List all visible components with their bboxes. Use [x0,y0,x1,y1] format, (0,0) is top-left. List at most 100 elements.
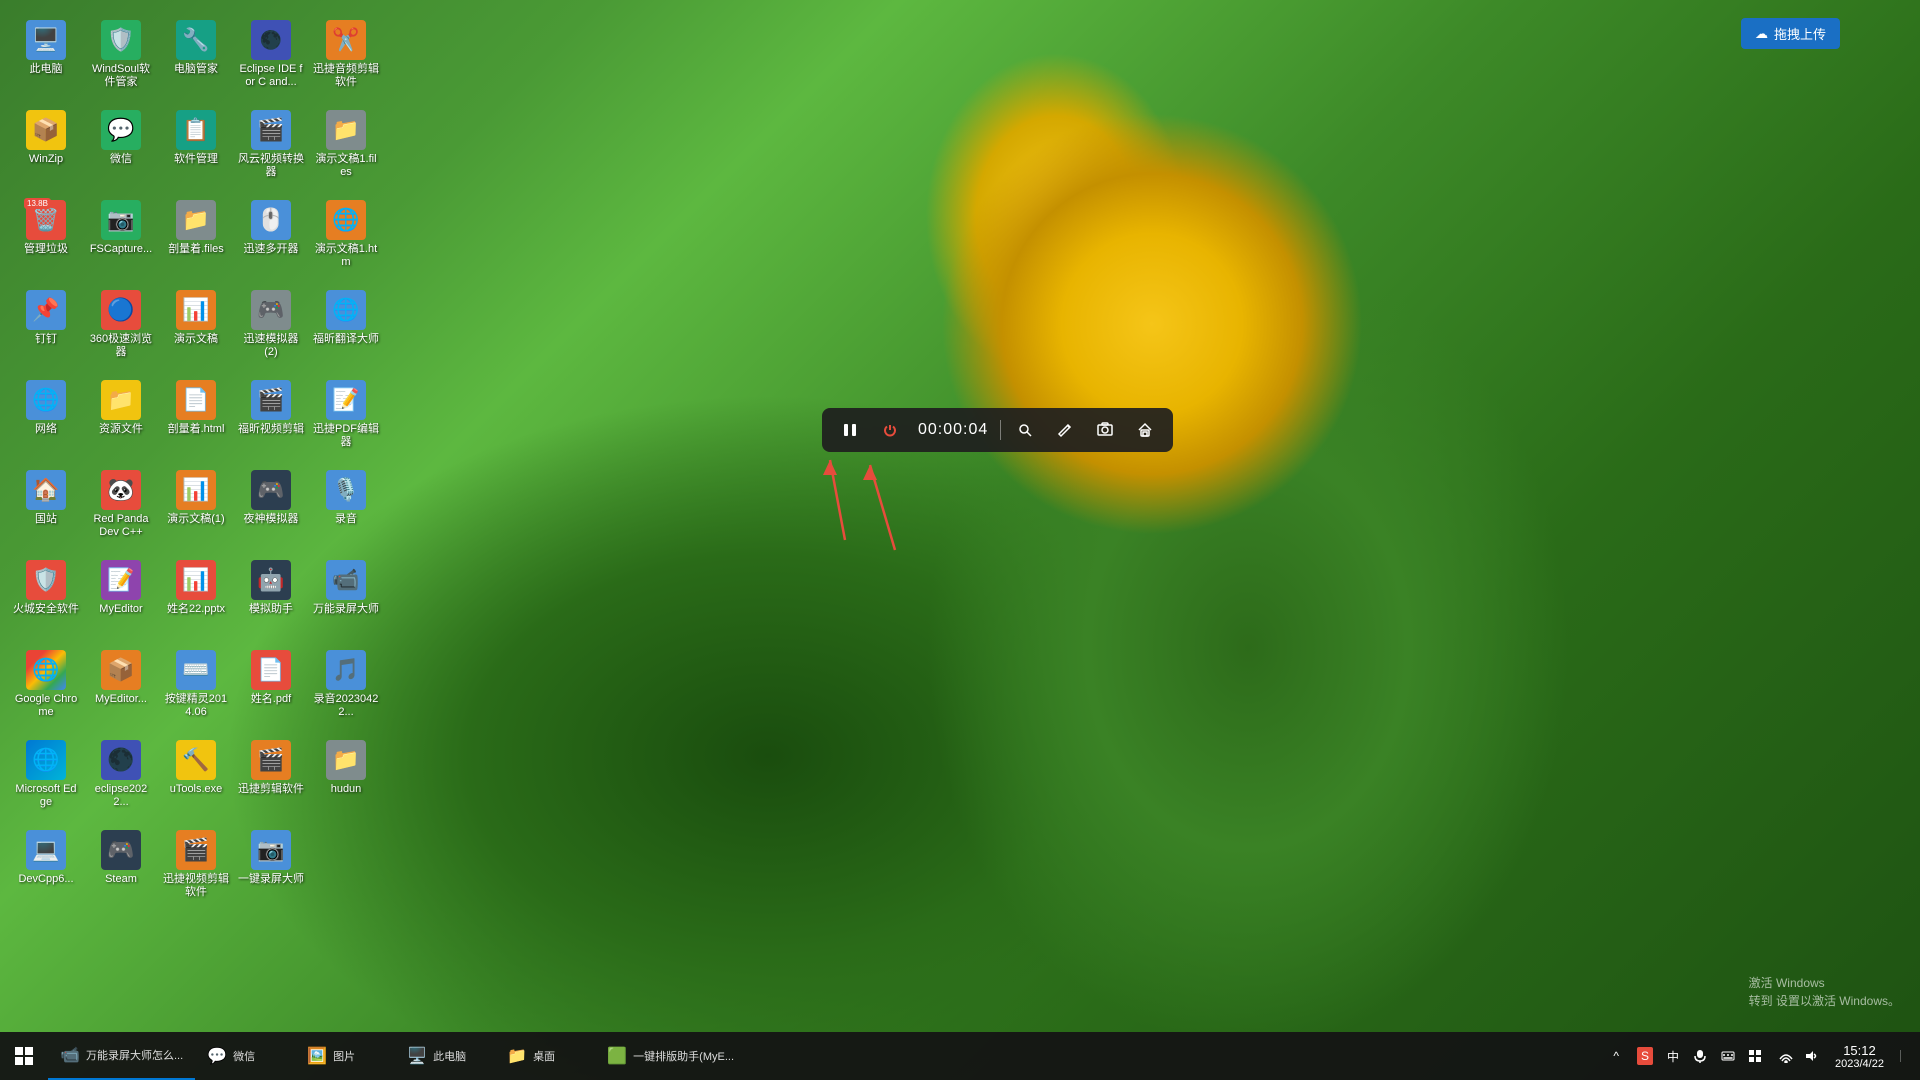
icon-yanshi1files[interactable]: 📁 演示文稿1.files [310,105,382,195]
icon-google[interactable]: 🌐 Google Chrome [10,645,82,735]
icon-yunduo[interactable]: 🖱️ 迅速多开器 [235,195,307,285]
icon-img-wechat: 💬 [101,110,141,150]
icon-wechat[interactable]: 💬 微信 [85,105,157,195]
icon-fanyi[interactable]: 🌐 福昕翻译大师 [310,285,382,375]
icon-moni[interactable]: 🤖 模拟助手 [235,555,307,645]
icon-hudun[interactable]: 📁 hudun [310,735,382,825]
expand-icon: ^ [1613,1049,1619,1063]
icon-steam[interactable]: 🎮 Steam [85,825,157,915]
desktop: ☁ 拖拽上传 🖥️ 此电脑 🛡️ WindSoul软件管家 🔧 电脑管家 🌑 E… [0,0,1920,1080]
icon-img-fanyi: 🌐 [326,290,366,330]
icon-utools[interactable]: 🔨 uTools.exe [160,735,232,825]
icon-myeditor2[interactable]: 📦 MyEditor... [85,645,157,735]
icon-xunjie2[interactable]: 🎬 迅捷剪辑软件 [235,735,307,825]
tray-volume[interactable] [1801,1032,1823,1080]
taskbar-item-photo[interactable]: 🖼️ 图片 [295,1032,395,1080]
icon-luyin[interactable]: 🎙️ 录音 [310,465,382,555]
icon-img-google: 🌐 [26,650,66,690]
icon-dingding[interactable]: 📌 钉钉 [10,285,82,375]
icon-img-yanshi1files: 📁 [326,110,366,150]
icon-windsoul[interactable]: 🛡️ WindSoul软件管家 [85,15,157,105]
icon-huocheng[interactable]: 🛡️ 火城安全软件 [10,555,82,645]
icon-eclipse2[interactable]: 🌑 eclipse2022... [85,735,157,825]
icon-img-moni: 🤖 [251,560,291,600]
upload-button[interactable]: ☁ 拖拽上传 [1741,18,1840,49]
taskbar-item-computer[interactable]: 🖥️ 此电脑 [395,1032,495,1080]
icon-img-dingding: 📌 [26,290,66,330]
taskbar-icon-computer: 🖥️ [407,1046,427,1066]
icon-wangluo[interactable]: 🌐 网络 [10,375,82,465]
taskbar: 📹 万能录屏大师怎么... 💬 微信 🖼️ 图片 🖥️ 此电脑 📁 桌面 🟩 [0,1032,1920,1080]
icon-poulianghtml[interactable]: 📄 剖量着.html [160,375,232,465]
icon-yanshiwen2[interactable]: 📊 演示文稿(1) [160,465,232,555]
tray-grid[interactable] [1745,1050,1765,1062]
icon-img-anjian: ⌨️ [176,650,216,690]
tray-show-desktop[interactable] [1896,1032,1912,1080]
start-button[interactable] [0,1032,48,1080]
icon-anjian[interactable]: ⌨️ 按键精灵2014.06 [160,645,232,735]
watermark-line1: 激活 Windows [1749,974,1900,992]
taskbar-item-yijian[interactable]: 🟩 一键排版助手(MyE... [595,1032,746,1080]
tray-ime-red[interactable]: S [1633,1047,1657,1065]
annotation-arrows [815,440,1015,560]
icon-xunjie3[interactable]: 🎬 迅捷视频剪辑软件 [160,825,232,915]
icon-pouliang[interactable]: 📁 剖量着.files [160,195,232,285]
icon-img-ruanjian: 📋 [176,110,216,150]
power-button[interactable] [874,414,906,446]
icon-yeshen[interactable]: 🎮 夜神模拟器 [235,465,307,555]
icon-360[interactable]: 🔵 360极速浏览器 [85,285,157,375]
upload-icon: ☁ [1755,26,1768,42]
tray-keyboard[interactable] [1717,1049,1739,1063]
icon-wangneng[interactable]: 📹 万能录屏大师 [310,555,382,645]
icon-yanshiwen[interactable]: 📊 演示文稿 [160,285,232,375]
icon-redpanda[interactable]: 🐼 Red Panda Dev C++ [85,465,157,555]
icon-yijian[interactable]: 📷 一键录屏大师 [235,825,307,915]
taskbar-item-wechat[interactable]: 💬 微信 [195,1032,295,1080]
icon-img-fscapture: 📷 [101,200,141,240]
icon-winzip[interactable]: 📦 WinZip [10,105,82,195]
taskbar-item-wannen[interactable]: 📹 万能录屏大师怎么... [48,1032,195,1080]
icon-img-360: 🔵 [101,290,141,330]
pause-button[interactable] [834,414,866,446]
icon-xingming[interactable]: 📊 姓名22.pptx [160,555,232,645]
taskbar-item-desktop[interactable]: 📁 桌面 [495,1032,595,1080]
icon-myeditor[interactable]: 📝 MyEditor [85,555,157,645]
icon-cidiannao[interactable]: 🖥️ 此电脑 [10,15,82,105]
icon-ziyuan[interactable]: 📁 资源文件 [85,375,157,465]
icon-eclipse[interactable]: 🌑 Eclipse IDE for C and... [235,15,307,105]
icon-guochan[interactable]: 🏠 国站 [10,465,82,555]
icon-img-yunduo: 🖱️ [251,200,291,240]
taskbar-items: 📹 万能录屏大师怎么... 💬 微信 🖼️ 图片 🖥️ 此电脑 📁 桌面 🟩 [48,1032,1601,1080]
icon-img-yanshiwen2: 📊 [176,470,216,510]
tray-network[interactable] [1775,1032,1797,1080]
tray-mic[interactable] [1689,1049,1711,1063]
icon-ruanjian[interactable]: 📋 软件管理 [160,105,232,195]
icon-luyin2[interactable]: 🎵 录音20230422... [310,645,382,735]
icon-img-xingming: 📊 [176,560,216,600]
icon-img-yanshiwen: 📊 [176,290,216,330]
tray-ime-zhong[interactable]: 中 [1663,1048,1683,1065]
icon-fengyu[interactable]: 🎬 风云视频转换器 [235,105,307,195]
search-button[interactable] [1009,414,1041,446]
icon-fscapture[interactable]: 📷 FSCapture... [85,195,157,285]
icon-laji[interactable]: 🗑️ 13.8B 管理垃圾 [10,195,82,285]
icon-devpp[interactable]: 💻 DevCpp6... [10,825,82,915]
icon-xingmingpdf[interactable]: 📄 姓名.pdf [235,645,307,735]
edit-button[interactable] [1049,414,1081,446]
icon-xunjiepdf[interactable]: 📝 迅捷PDF编辑器 [310,375,382,465]
icon-yaokong[interactable]: 🎮 迅速模拟器(2) [235,285,307,375]
desktop-icons-grid: 🖥️ 此电脑 🛡️ WindSoul软件管家 🔧 电脑管家 🌑 Eclipse … [5,10,390,920]
home-button[interactable] [1129,414,1161,446]
screenshot-button[interactable] [1089,414,1121,446]
icon-img-pouliang: 📁 [176,200,216,240]
icon-fuxin[interactable]: 🎬 福昕视频剪辑 [235,375,307,465]
icon-edge[interactable]: 🌐 Microsoft Edge [10,735,82,825]
tray-expand[interactable]: ^ [1609,1032,1623,1080]
tray-clock[interactable]: 15:12 2023/4/22 [1827,1043,1892,1070]
icon-img-yijian: 📷 [251,830,291,870]
taskbar-icon-wannen: 📹 [60,1045,80,1065]
icon-diannaoguanjia[interactable]: 🔧 电脑管家 [160,15,232,105]
icon-yanshi1htm[interactable]: 🌐 演示文稿1.htm [310,195,382,285]
icon-img-huocheng: 🛡️ [26,560,66,600]
icon-xunjian[interactable]: ✂️ 迅捷音频剪辑软件 [310,15,382,105]
